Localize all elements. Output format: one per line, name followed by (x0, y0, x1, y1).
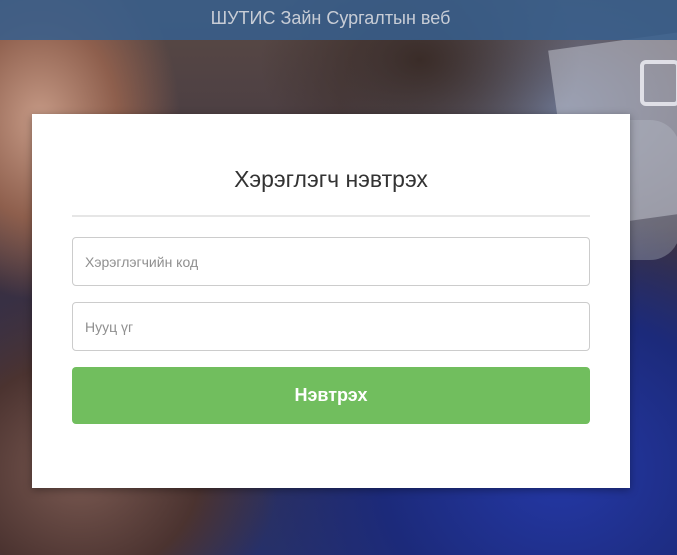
username-input[interactable] (72, 237, 590, 286)
header-bar: ШУТИС Зайн Сургалтын веб (0, 0, 677, 40)
site-title: ШУТИС Зайн Сургалтын веб (210, 8, 451, 28)
title-divider (72, 215, 590, 217)
login-title: Хэрэглэгч нэвтрэх (234, 166, 428, 192)
password-input[interactable] (72, 302, 590, 351)
logo-glyph (640, 60, 677, 106)
login-button[interactable]: Нэвтрэх (72, 367, 590, 424)
login-card: Хэрэглэгч нэвтрэх Нэвтрэх (32, 114, 630, 488)
